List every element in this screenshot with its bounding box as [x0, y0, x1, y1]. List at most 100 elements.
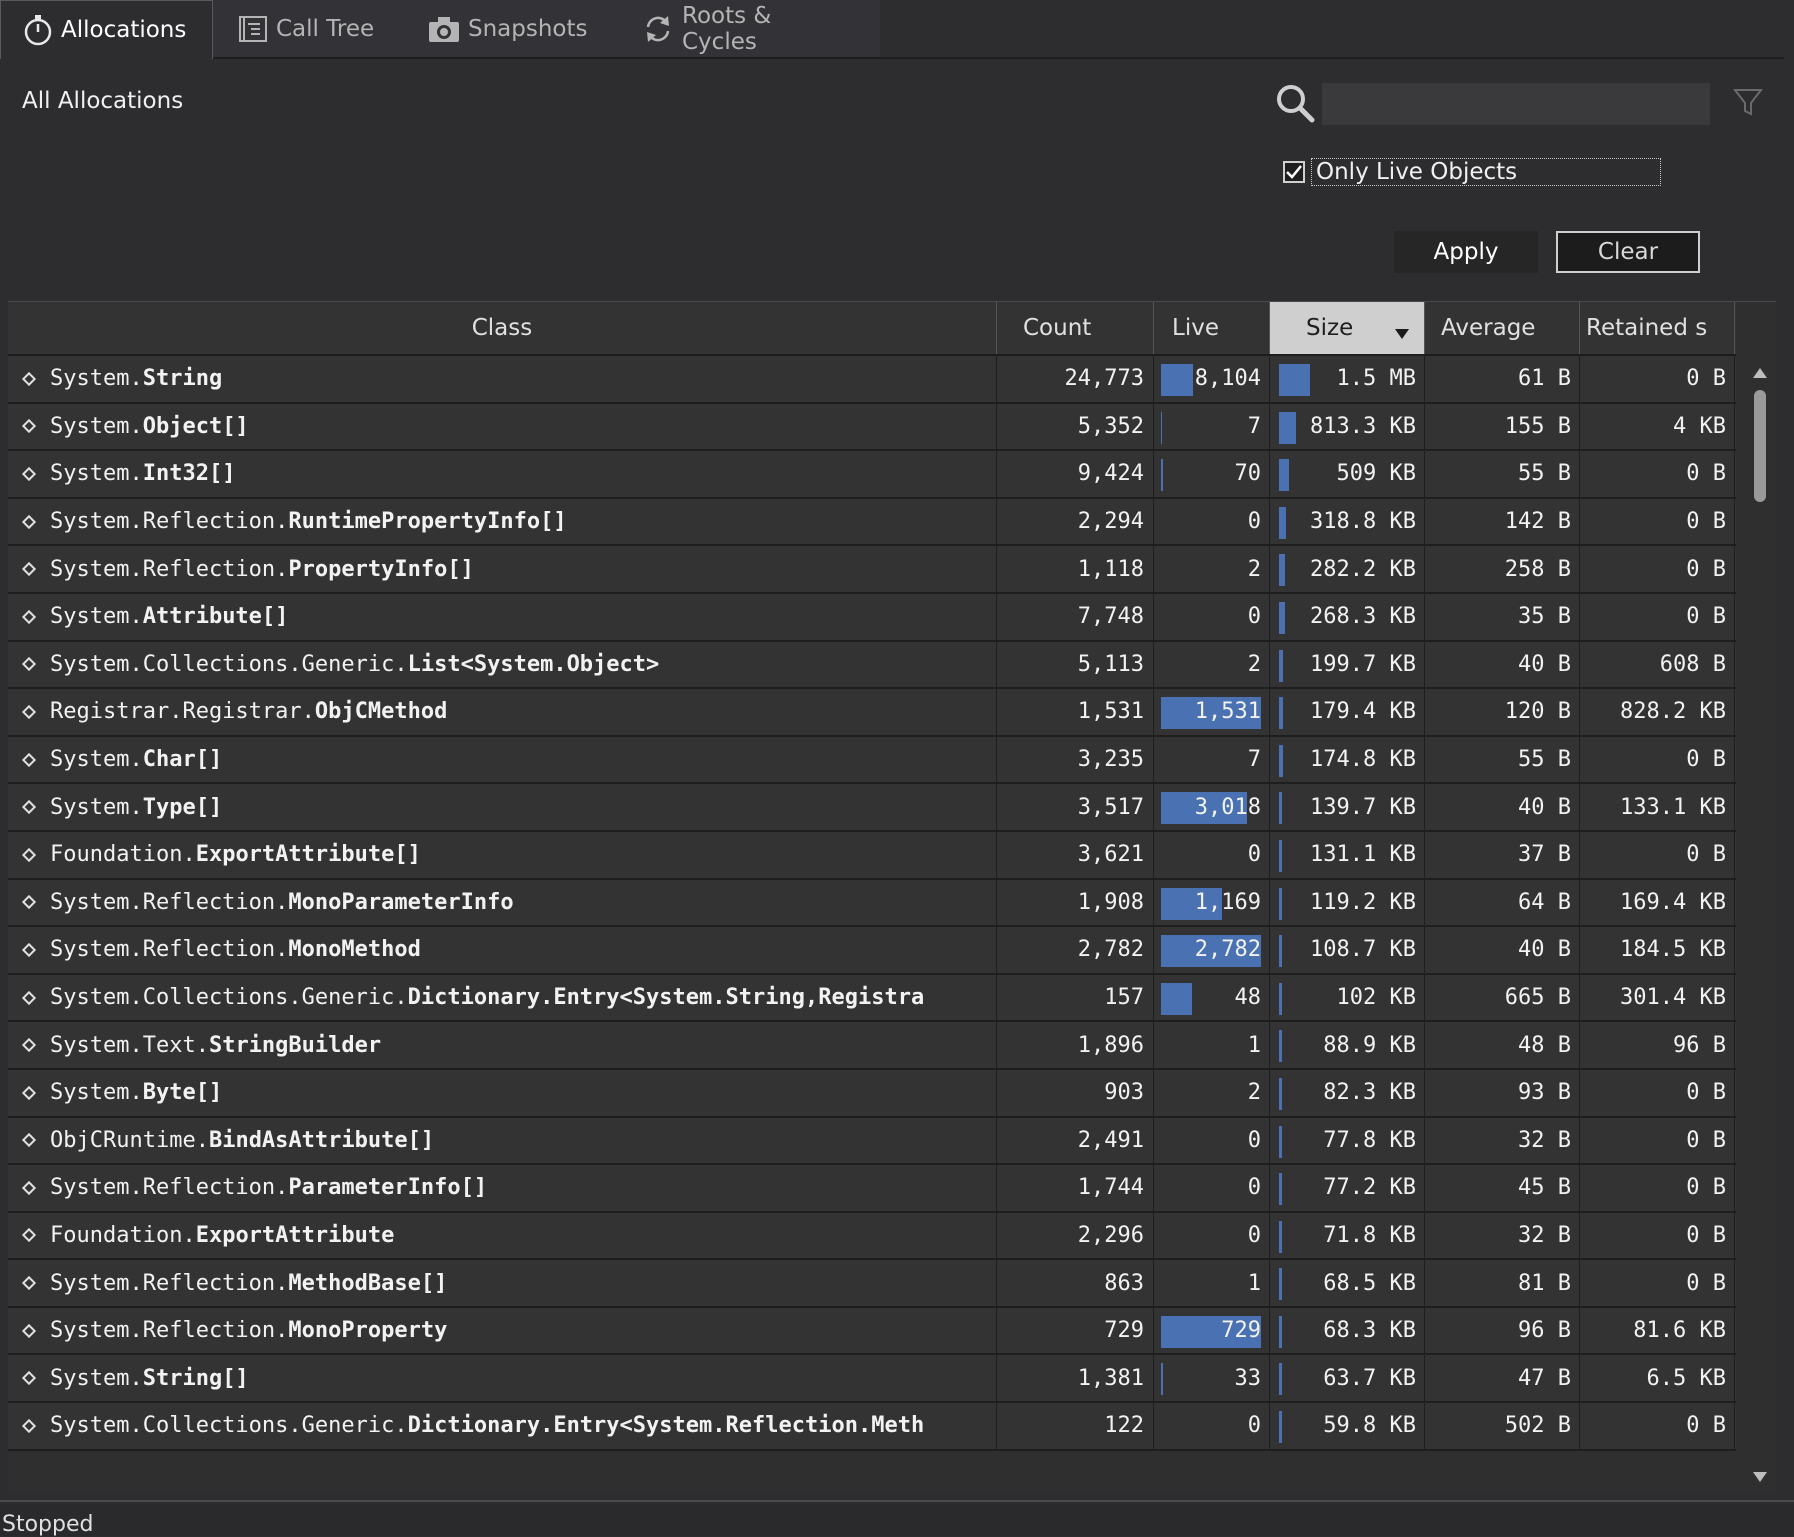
- average-value: 35 B: [1518, 604, 1571, 630]
- live-cell: 7: [1154, 736, 1270, 783]
- stopwatch-icon: [23, 14, 53, 46]
- table-row[interactable]: System.Reflection.MonoMethod 2,782 2,782 10…: [8, 927, 1736, 975]
- class-cell: System.Collections.Generic.Dictionary.En…: [8, 1403, 997, 1449]
- retained-value: 0 B: [1686, 1413, 1726, 1439]
- table-row[interactable]: System.Char[] 3,235 7 174.8 KB 55 B 0 B: [8, 736, 1736, 785]
- expand-diamond-icon[interactable]: [21, 1323, 37, 1338]
- column-header-count[interactable]: Count: [997, 302, 1154, 354]
- checkbox-box[interactable]: [1283, 161, 1305, 183]
- table-row[interactable]: ObjCRuntime.BindAsAttribute[] 2,491 0 77.8 …: [8, 1117, 1736, 1166]
- expand-diamond-icon[interactable]: [21, 1180, 37, 1195]
- table-row[interactable]: System.Byte[] 903 2 82.3 KB 93 B 0 B: [8, 1069, 1736, 1118]
- class-cell: System.Reflection.ParameterInfo[]: [8, 1165, 997, 1211]
- class-cell: System.Reflection.MethodBase[]: [8, 1260, 997, 1306]
- class-cell: System.Attribute[]: [8, 593, 997, 640]
- average-cell: 142 B: [1425, 498, 1580, 545]
- tab-snapshots[interactable]: Snapshots: [428, 0, 588, 57]
- expand-diamond-icon[interactable]: [21, 704, 37, 720]
- class-type: Type[]: [142, 794, 223, 820]
- live-value: 3,018: [1194, 794, 1261, 820]
- table-row[interactable]: System.String 24,773 8,104 1.5 MB 61 B 0 B: [8, 356, 1736, 404]
- expand-diamond-icon[interactable]: [21, 1371, 37, 1386]
- table-row[interactable]: System.Attribute[] 7,748 0 268.3 KB 35 B 0 B: [8, 593, 1736, 642]
- expand-diamond-icon[interactable]: [21, 895, 37, 910]
- live-cell: 1: [1154, 1260, 1270, 1306]
- average-cell: 93 B: [1425, 1069, 1580, 1116]
- class-name: Registrar.Registrar.ObjCMethod: [50, 699, 447, 724]
- table-row[interactable]: Foundation.ExportAttribute 2,296 0 71.8 KB 3…: [8, 1212, 1736, 1261]
- table-row[interactable]: Foundation.ExportAttribute[] 3,621 0 131.1 …: [8, 831, 1736, 880]
- average-cell: 55 B: [1425, 451, 1580, 497]
- live-cell: 7: [1154, 403, 1270, 450]
- class-name: System.Collections.Generic.Dictionary.En…: [50, 985, 924, 1010]
- filter-icon[interactable]: [1732, 86, 1764, 122]
- expand-diamond-icon[interactable]: [21, 942, 37, 957]
- table-row[interactable]: System.Collections.Generic.List<System.O…: [8, 641, 1736, 690]
- live-bar: [1161, 1363, 1163, 1396]
- table-row[interactable]: System.Reflection.MethodBase[] 863 1 68.5 K…: [8, 1260, 1736, 1308]
- count-value: 2,296: [1077, 1222, 1144, 1248]
- class-type: MonoMethod: [288, 937, 421, 963]
- expand-diamond-icon[interactable]: [21, 466, 37, 482]
- class-type: Object[]: [142, 413, 249, 439]
- table-row[interactable]: System.Object[] 5,352 7 813.3 KB 155 B 4 KB: [8, 403, 1736, 452]
- expand-diamond-icon[interactable]: [21, 1276, 37, 1291]
- only-live-objects-checkbox[interactable]: Only Live Objects: [1283, 158, 1661, 186]
- apply-button[interactable]: Apply: [1394, 231, 1538, 273]
- size-cell: 179.4 KB: [1270, 689, 1425, 735]
- class-cell: System.Object[]: [8, 403, 997, 450]
- scroll-down-icon[interactable]: [1752, 1468, 1768, 1487]
- scrollbar-thumb[interactable]: [1754, 390, 1766, 502]
- table-row[interactable]: System.Reflection.MonoParameterInfo 1,908…: [8, 879, 1736, 928]
- expand-diamond-icon[interactable]: [21, 1038, 37, 1053]
- size-cell: 282.2 KB: [1270, 546, 1425, 592]
- expand-diamond-icon[interactable]: [21, 847, 37, 862]
- table-row[interactable]: Registrar.Registrar.ObjCMethod 1,531 1,531…: [8, 689, 1736, 737]
- tab-roots-cycles[interactable]: Roots & Cycles: [642, 0, 852, 57]
- class-namespace: Foundation.: [50, 1222, 196, 1248]
- table-row[interactable]: System.Int32[] 9,424 70 509 KB 55 B 0 B: [8, 451, 1736, 499]
- column-header-live[interactable]: Live: [1154, 302, 1270, 354]
- average-value: 55 B: [1518, 747, 1571, 773]
- table-row[interactable]: System.Reflection.ParameterInfo[] 1,744 0 7…: [8, 1165, 1736, 1213]
- scroll-up-icon[interactable]: [1752, 364, 1768, 383]
- expand-diamond-icon[interactable]: [21, 371, 37, 386]
- class-namespace: System.Reflection.: [50, 509, 289, 535]
- live-cell: 729: [1154, 1307, 1270, 1354]
- column-header-size[interactable]: Size: [1270, 302, 1425, 354]
- clear-button[interactable]: Clear: [1556, 231, 1700, 273]
- tab-allocations[interactable]: Allocations: [0, 0, 213, 59]
- expand-diamond-icon[interactable]: [21, 800, 37, 815]
- column-header-retained[interactable]: Retained s: [1580, 302, 1735, 354]
- table-row[interactable]: System.String[] 1,381 33 63.7 KB 47 B 6.5 KB: [8, 1355, 1736, 1404]
- expand-diamond-icon[interactable]: [21, 1133, 37, 1148]
- tab-call-tree[interactable]: Call Tree: [238, 0, 378, 57]
- expand-diamond-icon[interactable]: [21, 752, 37, 767]
- vertical-scrollbar[interactable]: [1746, 356, 1776, 1491]
- table-row[interactable]: System.Type[] 3,517 3,018 139.7 KB 40 B 133.1…: [8, 784, 1736, 832]
- expand-diamond-icon[interactable]: [21, 562, 37, 577]
- size-value: 119.2 KB: [1310, 889, 1416, 915]
- average-value: 142 B: [1504, 509, 1571, 535]
- expand-diamond-icon[interactable]: [21, 1418, 37, 1433]
- table-row[interactable]: System.Reflection.RuntimePropertyInfo[] 2…: [8, 498, 1736, 547]
- expand-diamond-icon[interactable]: [21, 609, 37, 624]
- table-row[interactable]: System.Text.StringBuilder 1,896 1 88.9 KB 48…: [8, 1022, 1736, 1070]
- table-row[interactable]: System.Reflection.PropertyInfo[] 1,118 2 28…: [8, 546, 1736, 594]
- expand-diamond-icon[interactable]: [21, 990, 37, 1005]
- expand-diamond-icon[interactable]: [21, 1085, 37, 1100]
- expand-diamond-icon[interactable]: [21, 1228, 37, 1243]
- table-row[interactable]: System.Collections.Generic.Dictionary.En…: [8, 974, 1736, 1023]
- column-header-class[interactable]: Class: [8, 302, 997, 354]
- table-row[interactable]: System.Collections.Generic.Dictionary.En…: [8, 1403, 1736, 1451]
- live-value: 0: [1247, 1222, 1261, 1248]
- expand-diamond-icon[interactable]: [21, 419, 37, 434]
- column-header-average[interactable]: Average: [1425, 302, 1580, 354]
- size-cell: 174.8 KB: [1270, 736, 1425, 783]
- search-input[interactable]: [1322, 83, 1710, 125]
- expand-diamond-icon[interactable]: [21, 514, 37, 529]
- table-row[interactable]: System.Reflection.MonoProperty 729 729 68.3…: [8, 1307, 1736, 1356]
- size-cell: 139.7 KB: [1270, 784, 1425, 830]
- live-cell: 0: [1154, 593, 1270, 640]
- expand-diamond-icon[interactable]: [21, 657, 37, 672]
